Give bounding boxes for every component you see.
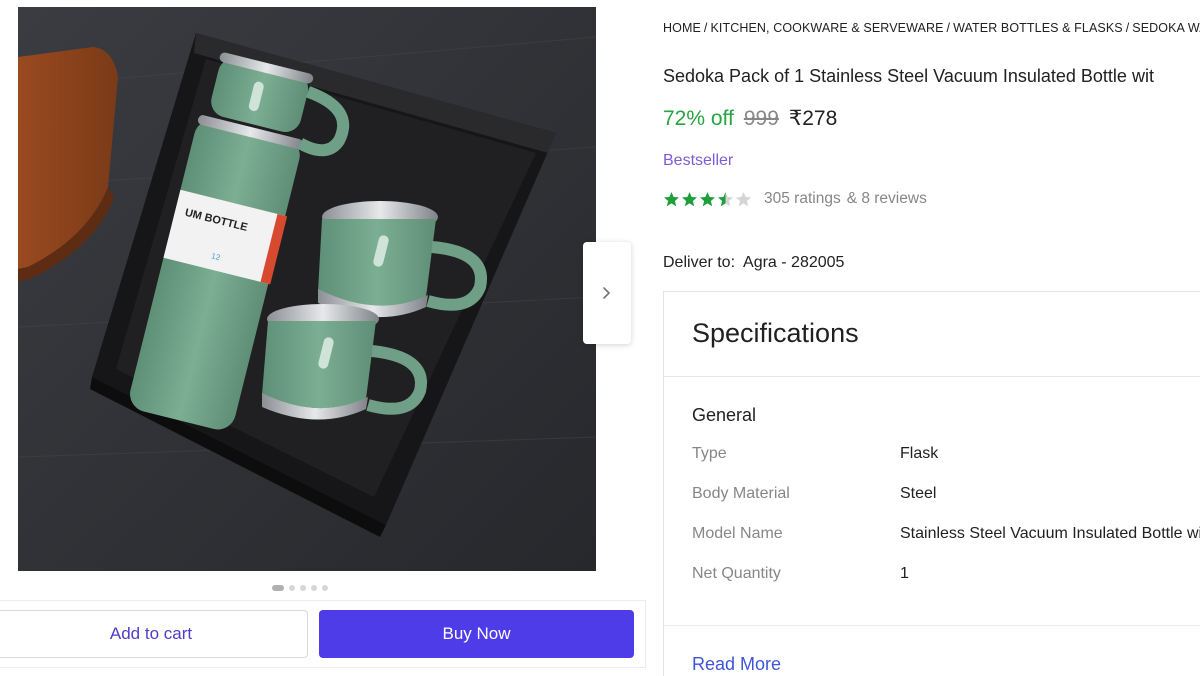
spec-key: Model Name: [692, 525, 783, 542]
original-price: 999: [743, 107, 779, 130]
product-image[interactable]: UM BOTTLE 12: [18, 7, 596, 571]
add-to-cart-button[interactable]: Add to cart: [0, 610, 308, 658]
selling-price: ₹278: [788, 107, 838, 130]
carousel-dot[interactable]: [300, 585, 306, 591]
spec-group-general: General: [692, 405, 757, 425]
breadcrumb-kitchen[interactable]: KITCHEN, COOKWARE & SERVEWARE: [710, 21, 943, 35]
carousel-dot[interactable]: [311, 585, 317, 591]
spec-key: Body Material: [692, 485, 790, 502]
carousel-dot[interactable]: [272, 585, 284, 591]
breadcrumb-home[interactable]: HOME: [663, 21, 701, 35]
bestseller-badge: Bestseller: [663, 152, 734, 169]
carousel-dot[interactable]: [322, 585, 328, 591]
price-row: 72% off 999 ₹278: [663, 106, 837, 131]
read-more-link[interactable]: Read More: [692, 654, 781, 675]
spec-value: 1: [900, 565, 909, 582]
spec-value: Stainless Steel Vacuum Insulated Bottle …: [900, 525, 1200, 542]
carousel-dots: [272, 585, 328, 591]
spec-value: Steel: [900, 485, 937, 502]
carousel-dot[interactable]: [289, 585, 295, 591]
star-icon: [664, 191, 679, 206]
star-icon: [718, 191, 733, 206]
breadcrumb-water-bottles[interactable]: WATER BOTTLES & FLASKS: [953, 21, 1123, 35]
star-icon: [682, 191, 697, 206]
specifications-panel: Specifications General Type Flask Body M…: [663, 291, 1200, 676]
deliver-label: Deliver to:: [663, 254, 736, 271]
delivery-location: Agra - 282005: [743, 254, 845, 271]
spec-key: Type: [692, 445, 727, 462]
rating-stars: [663, 191, 752, 208]
star-icon: [700, 191, 715, 206]
product-title: Sedoka Pack of 1 Stainless Steel Vacuum …: [663, 66, 1154, 86]
reviews-count: & 8 reviews: [846, 190, 927, 207]
discount-percent: 72% off: [663, 107, 734, 130]
ratings-count: 305 ratings: [764, 190, 841, 207]
spec-key: Net Quantity: [692, 565, 781, 582]
action-bar: Add to cart Buy Now: [0, 600, 646, 668]
next-image-button[interactable]: [583, 242, 631, 344]
buy-now-button[interactable]: Buy Now: [319, 610, 634, 658]
rating-row[interactable]: 305 ratings & 8 reviews: [663, 190, 927, 208]
chevron-right-icon: [603, 287, 610, 299]
spec-value: Flask: [900, 445, 939, 462]
star-icon: [736, 191, 751, 206]
divider: [664, 625, 1200, 626]
breadcrumb-product[interactable]: SEDOKA WATER BO: [1132, 21, 1200, 35]
breadcrumb: HOME / KITCHEN, COOKWARE & SERVEWARE / WATER…: [663, 21, 1200, 35]
delivery-info[interactable]: Deliver to: Agra - 282005: [663, 254, 844, 272]
specifications-heading: Specifications: [664, 292, 1200, 377]
